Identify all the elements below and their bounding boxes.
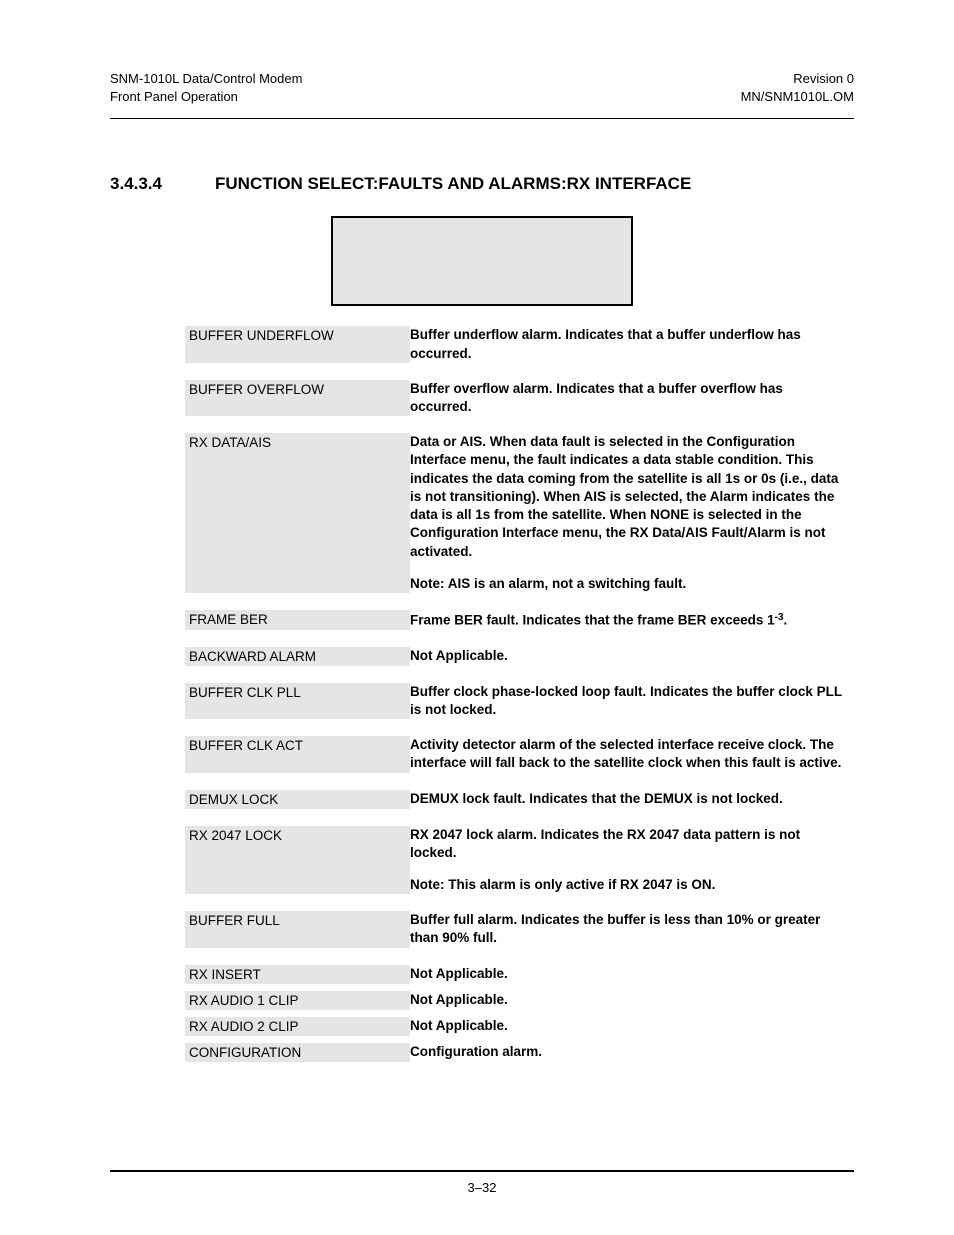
row-desc-note: Note: This alarm is only active if RX 20… (410, 876, 844, 894)
row-desc: Data or AIS. When data fault is selected… (410, 433, 844, 593)
row-desc: Buffer overflow alarm. Indicates that a … (410, 380, 844, 416)
figure-placeholder (331, 216, 633, 306)
header-left-line2: Front Panel Operation (110, 88, 302, 106)
row-desc: Buffer full alarm. Indicates the buffer … (410, 911, 844, 947)
table-row: RX INSERT Not Applicable. (185, 965, 844, 984)
row-desc: Not Applicable. (410, 647, 844, 666)
desc-post: . (784, 613, 788, 628)
table-row: BUFFER OVERFLOW Buffer overflow alarm. I… (185, 380, 844, 416)
section-number: 3.4.3.4 (110, 174, 215, 194)
desc-pre: Frame BER fault. Indicates that the fram… (410, 613, 775, 628)
row-desc: Buffer clock phase-locked loop fault. In… (410, 683, 844, 719)
section-title: FUNCTION SELECT:FAULTS AND ALARMS:RX INT… (215, 174, 691, 194)
page-footer: 3–32 (110, 1170, 854, 1195)
row-desc: Not Applicable. (410, 965, 844, 984)
header-right: Revision 0 MN/SNM1010L.OM (741, 70, 854, 106)
header-right-line2: MN/SNM1010L.OM (741, 88, 854, 106)
table-row: RX 2047 LOCK RX 2047 lock alarm. Indicat… (185, 826, 844, 895)
table-row: BUFFER FULL Buffer full alarm. Indicates… (185, 911, 844, 947)
row-label: RX AUDIO 2 CLIP (185, 1017, 410, 1036)
table-row: DEMUX LOCK DEMUX lock fault. Indicates t… (185, 790, 844, 809)
table-row: BUFFER UNDERFLOW Buffer underflow alarm.… (185, 326, 844, 362)
row-label: DEMUX LOCK (185, 790, 410, 809)
page-number: 3–32 (110, 1180, 854, 1195)
table-row: BUFFER CLK PLL Buffer clock phase-locked… (185, 683, 844, 719)
row-desc: Frame BER fault. Indicates that the fram… (410, 610, 844, 630)
definitions-table: BUFFER UNDERFLOW Buffer underflow alarm.… (185, 326, 844, 1061)
table-row: BUFFER CLK ACT Activity detector alarm o… (185, 736, 844, 772)
row-label: CONFIGURATION (185, 1043, 410, 1062)
row-desc: Configuration alarm. (410, 1043, 844, 1062)
row-label: RX INSERT (185, 965, 410, 984)
row-desc: Activity detector alarm of the selected … (410, 736, 844, 772)
table-row: BACKWARD ALARM Not Applicable. (185, 647, 844, 666)
row-label: BUFFER UNDERFLOW (185, 326, 410, 362)
row-desc-main: RX 2047 lock alarm. Indicates the RX 204… (410, 826, 844, 862)
row-desc: Not Applicable. (410, 1017, 844, 1036)
table-row: RX AUDIO 2 CLIP Not Applicable. (185, 1017, 844, 1036)
row-desc-note: Note: AIS is an alarm, not a switching f… (410, 575, 844, 593)
row-desc: RX 2047 lock alarm. Indicates the RX 204… (410, 826, 844, 895)
row-label: RX AUDIO 1 CLIP (185, 991, 410, 1010)
row-desc: Not Applicable. (410, 991, 844, 1010)
row-label: BUFFER CLK PLL (185, 683, 410, 719)
row-desc: Buffer underflow alarm. Indicates that a… (410, 326, 844, 362)
row-label: RX 2047 LOCK (185, 826, 410, 895)
row-label: BUFFER CLK ACT (185, 736, 410, 772)
table-row: CONFIGURATION Configuration alarm. (185, 1043, 844, 1062)
header-left-line1: SNM-1010L Data/Control Modem (110, 70, 302, 88)
table-row: FRAME BER Frame BER fault. Indicates tha… (185, 610, 844, 630)
row-label: FRAME BER (185, 610, 410, 630)
section-heading: 3.4.3.4 FUNCTION SELECT:FAULTS AND ALARM… (110, 174, 854, 194)
header-left: SNM-1010L Data/Control Modem Front Panel… (110, 70, 302, 106)
row-label: BUFFER FULL (185, 911, 410, 947)
row-desc: DEMUX lock fault. Indicates that the DEM… (410, 790, 844, 809)
header-right-line1: Revision 0 (741, 70, 854, 88)
footer-rule (110, 1170, 854, 1172)
desc-superscript: -3 (775, 612, 784, 623)
row-label: RX DATA/AIS (185, 433, 410, 593)
row-label: BUFFER OVERFLOW (185, 380, 410, 416)
row-desc-main: Data or AIS. When data fault is selected… (410, 433, 844, 561)
table-row: RX DATA/AIS Data or AIS. When data fault… (185, 433, 844, 593)
table-row: RX AUDIO 1 CLIP Not Applicable. (185, 991, 844, 1010)
page-header: SNM-1010L Data/Control Modem Front Panel… (110, 70, 854, 106)
row-label: BACKWARD ALARM (185, 647, 410, 666)
